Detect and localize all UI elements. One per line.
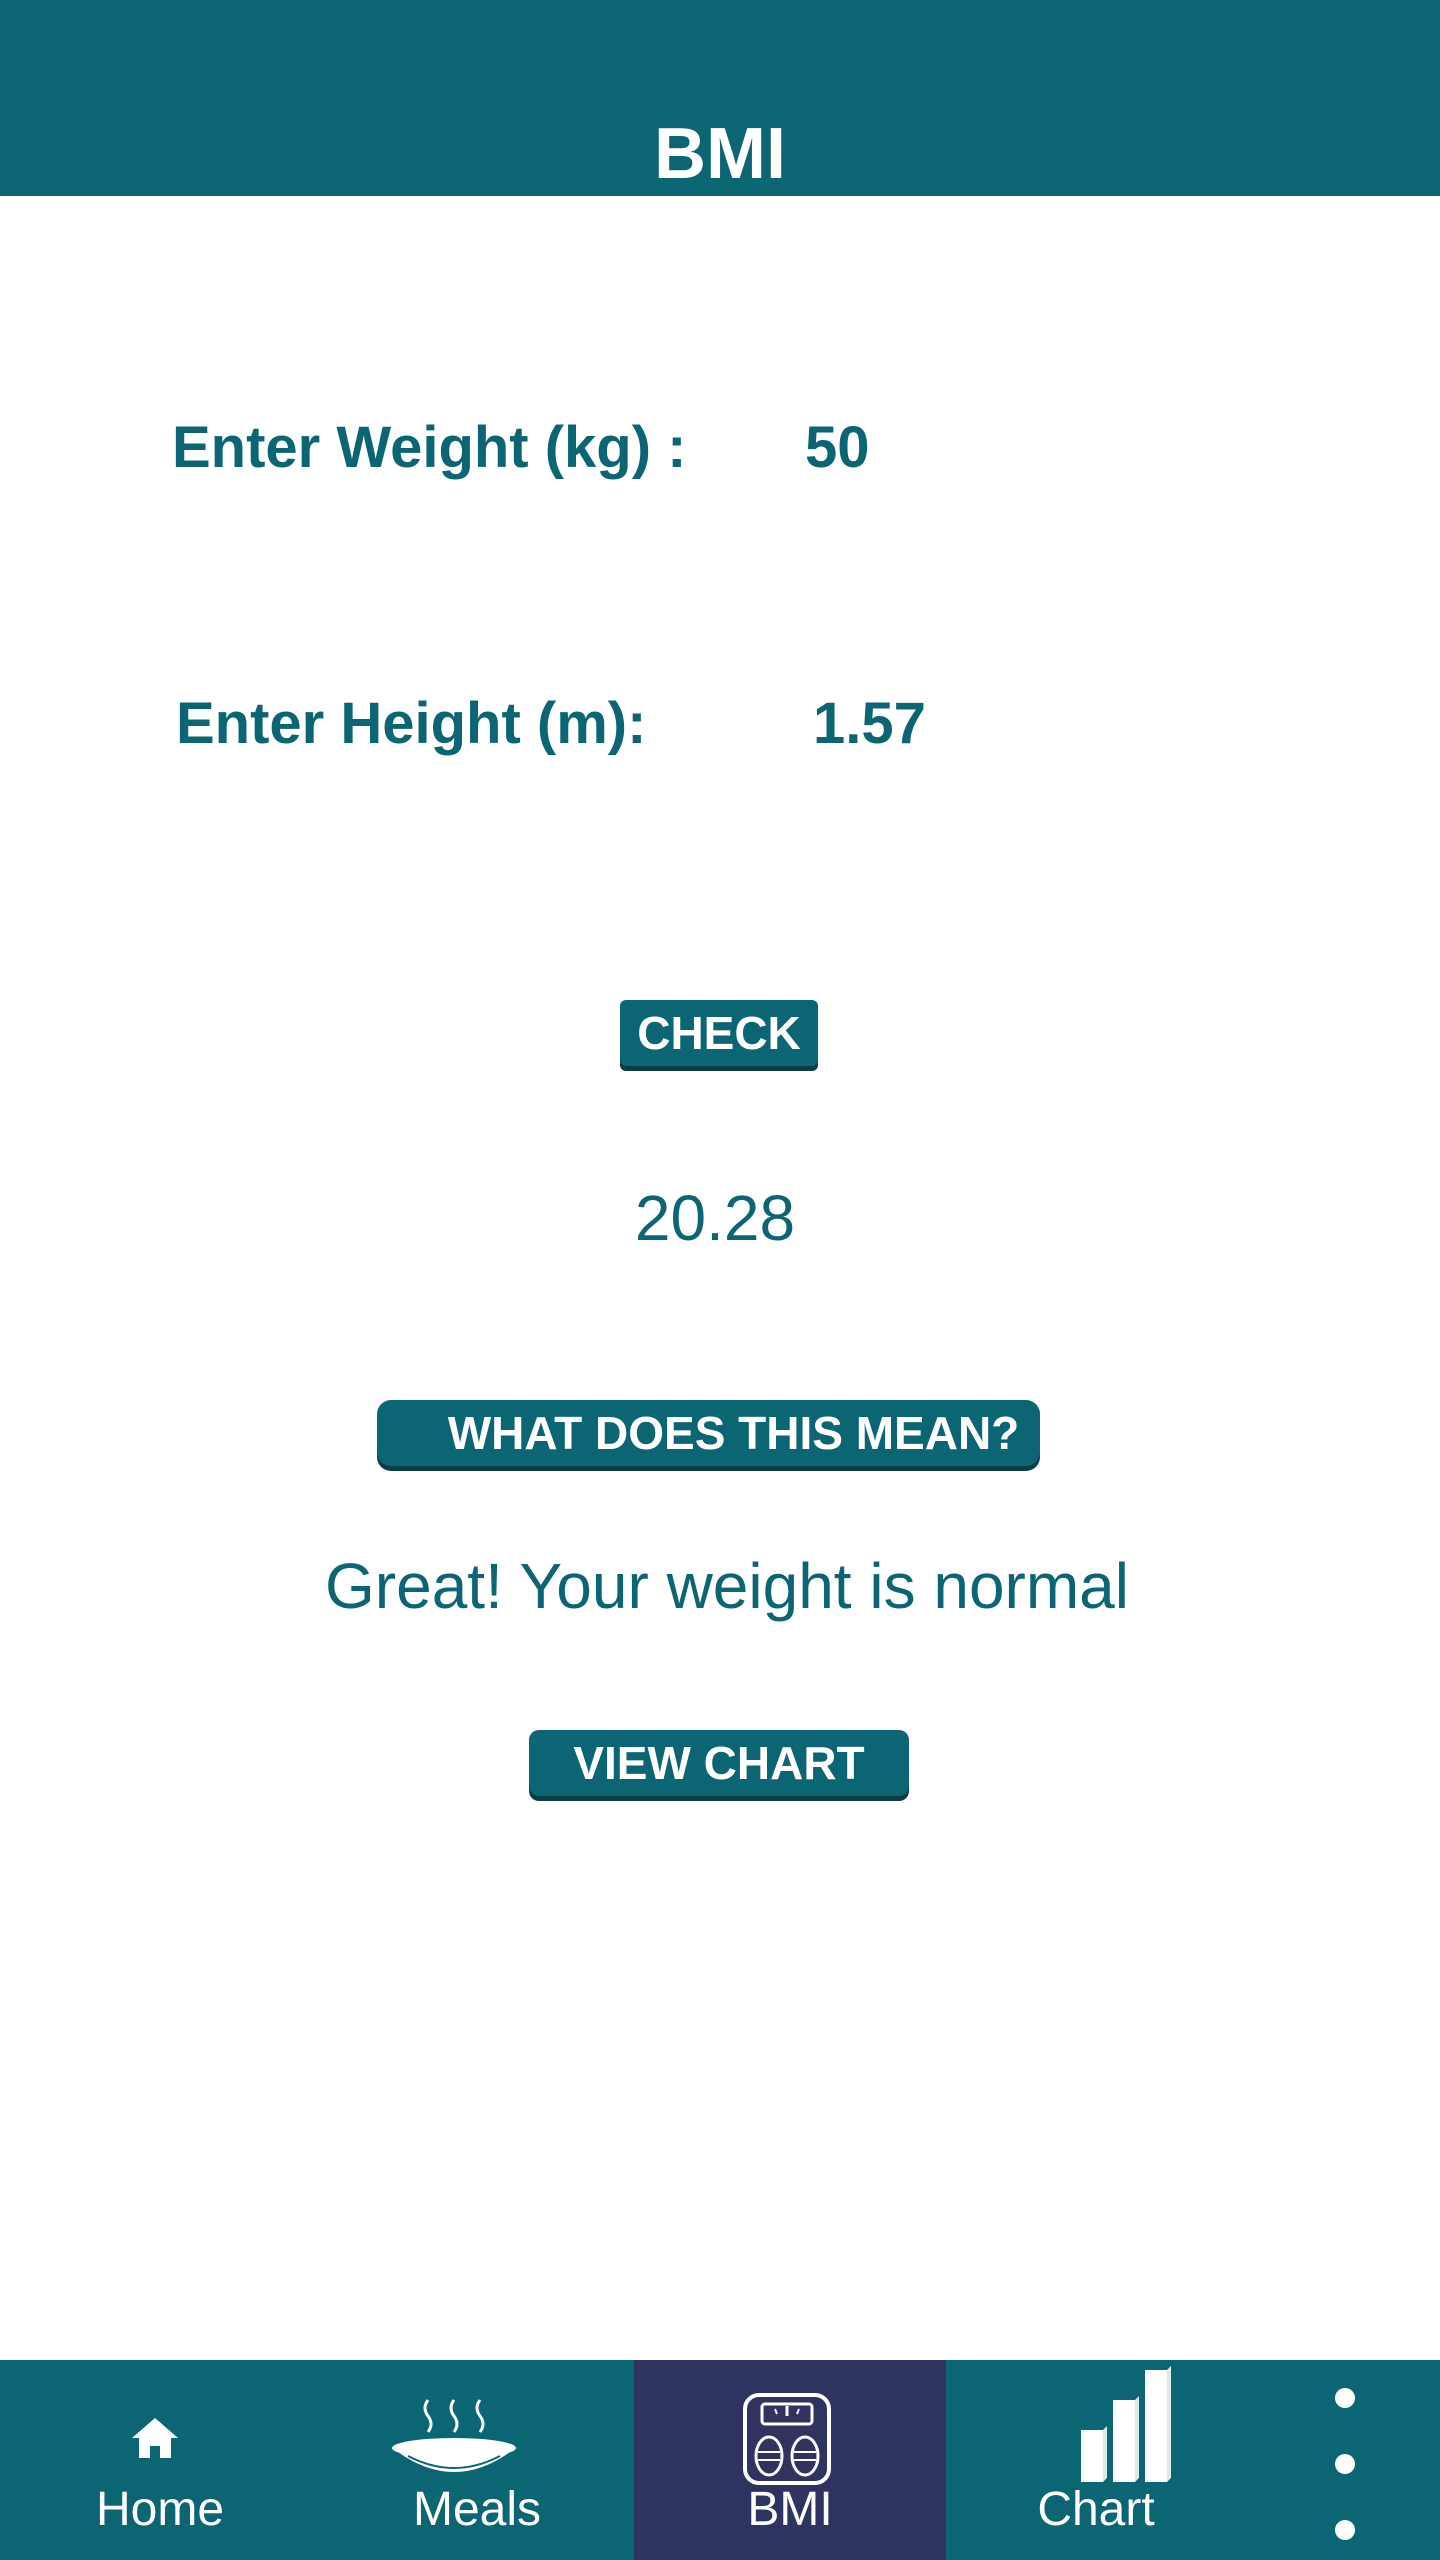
- app-header: BMI: [0, 0, 1440, 196]
- bar-chart-icon: [1081, 2366, 1171, 2482]
- bmi-result-value: 20.28: [634, 1182, 796, 1254]
- bmi-result-message: Great! Your weight is normal: [325, 1550, 1129, 1622]
- check-button[interactable]: CHECK: [620, 1000, 818, 1066]
- more-options-button[interactable]: [1300, 2360, 1400, 2560]
- more-vertical-icon: [1335, 2388, 1355, 2540]
- weight-input[interactable]: [805, 414, 1225, 482]
- bottom-navigation: Home Meals BMI Chart: [0, 2360, 1440, 2560]
- meal-bowl-icon: [392, 2399, 516, 2472]
- view-chart-button[interactable]: VIEW CHART: [529, 1730, 909, 1796]
- page-title: BMI: [654, 114, 786, 194]
- nav-item-bmi[interactable]: BMI: [634, 2360, 946, 2560]
- nav-label-bmi: BMI: [747, 2483, 833, 2536]
- home-icon: [132, 2418, 178, 2458]
- scale-icon: [743, 2393, 831, 2485]
- nav-label-home: Home: [95, 2483, 225, 2536]
- what-does-this-mean-button[interactable]: WHAT DOES THIS MEAN?: [377, 1400, 1040, 1466]
- height-label: Enter Height (m):: [176, 691, 647, 756]
- nav-item-chart[interactable]: Chart: [946, 2360, 1246, 2560]
- height-input[interactable]: [813, 690, 1233, 758]
- weight-label: Enter Weight (kg) :: [172, 415, 687, 480]
- nav-label-chart: Chart: [1037, 2483, 1155, 2536]
- bmi-screen: BMI Enter Weight (kg) : Enter Height (m)…: [0, 0, 1440, 2560]
- nav-item-meals[interactable]: Meals: [320, 2360, 634, 2560]
- nav-item-home[interactable]: Home: [0, 2360, 320, 2560]
- nav-label-meals: Meals: [412, 2483, 542, 2536]
